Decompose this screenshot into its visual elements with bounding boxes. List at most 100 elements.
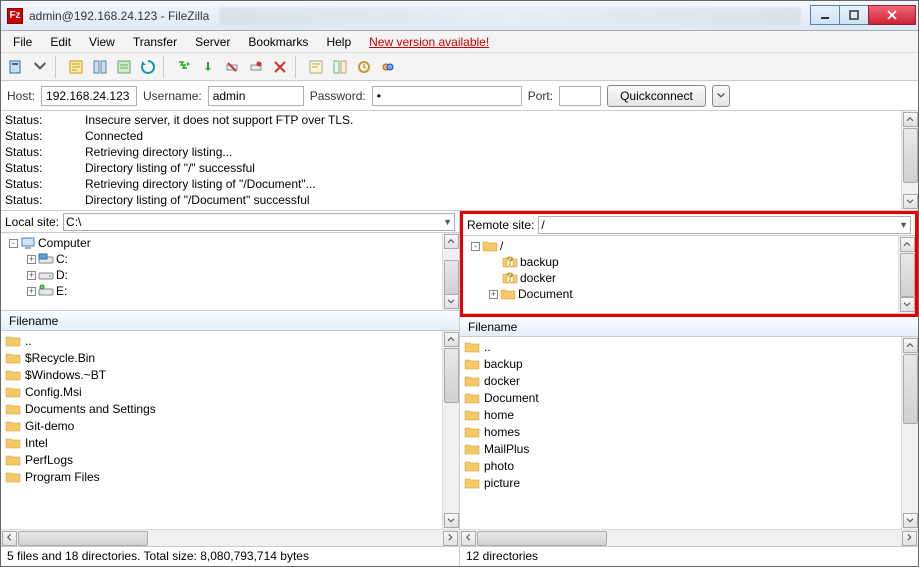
close-button[interactable] (868, 5, 916, 25)
file-row[interactable]: .. (5, 332, 438, 349)
column-filename[interactable]: Filename (464, 318, 521, 336)
scroll-thumb[interactable] (444, 260, 459, 295)
remote-hscroll[interactable] (460, 529, 918, 546)
refresh-button[interactable] (137, 56, 159, 78)
menu-edit[interactable]: Edit (42, 33, 79, 51)
menu-help[interactable]: Help (318, 33, 359, 51)
new-version-link[interactable]: New version available! (361, 33, 497, 51)
toolbar-dropdown[interactable] (29, 56, 51, 78)
file-row[interactable]: Config.Msi (5, 383, 438, 400)
tree-node[interactable]: +Document (467, 286, 894, 302)
scroll-up-button[interactable] (900, 237, 915, 252)
scroll-thumb[interactable] (477, 531, 607, 546)
file-row[interactable]: backup (464, 355, 897, 372)
file-row[interactable]: Document (464, 389, 897, 406)
column-filename[interactable]: Filename (5, 312, 62, 330)
remote-list-scrollbar[interactable] (901, 337, 918, 529)
file-row[interactable]: Git-demo (5, 417, 438, 434)
password-input[interactable] (372, 86, 522, 106)
tree-node[interactable]: +D: (5, 267, 438, 283)
scroll-down-button[interactable] (900, 297, 915, 312)
remote-list-header[interactable]: Filename (460, 317, 918, 337)
scroll-left-button[interactable] (2, 531, 17, 546)
toggle-queue-button[interactable] (113, 56, 135, 78)
expand-toggle[interactable]: - (471, 242, 480, 251)
username-input[interactable] (208, 86, 304, 106)
scroll-up-button[interactable] (903, 338, 918, 353)
scroll-thumb[interactable] (18, 531, 148, 546)
scroll-thumb[interactable] (903, 354, 918, 424)
toggle-log-button[interactable] (65, 56, 87, 78)
remote-site-combo[interactable]: / ▼ (538, 216, 911, 234)
quickconnect-history-button[interactable] (712, 85, 730, 107)
file-row[interactable]: MailPlus (464, 440, 897, 457)
local-list-header[interactable]: Filename (1, 311, 459, 331)
toggle-tree-button[interactable] (89, 56, 111, 78)
expand-toggle[interactable]: + (27, 271, 36, 280)
filter-button[interactable] (305, 56, 327, 78)
file-name: Config.Msi (25, 385, 82, 399)
scroll-up-button[interactable] (444, 332, 459, 347)
file-row[interactable]: Documents and Settings (5, 400, 438, 417)
scroll-down-button[interactable] (444, 513, 459, 528)
log-scrollbar[interactable] (901, 111, 918, 210)
expand-toggle[interactable]: - (9, 239, 18, 248)
site-manager-button[interactable] (5, 56, 27, 78)
file-row[interactable]: Intel (5, 434, 438, 451)
file-row[interactable]: PerfLogs (5, 451, 438, 468)
scroll-down-button[interactable] (903, 513, 918, 528)
scroll-right-button[interactable] (443, 531, 458, 546)
tree-node[interactable]: docker (467, 270, 894, 286)
scroll-down-button[interactable] (444, 294, 459, 309)
menu-view[interactable]: View (81, 33, 123, 51)
file-row[interactable]: home (464, 406, 897, 423)
quickconnect-button[interactable]: Quickconnect (607, 85, 706, 107)
menu-bookmarks[interactable]: Bookmarks (240, 33, 316, 51)
remote-tree-scrollbar[interactable] (898, 236, 915, 313)
local-tree-scrollbar[interactable] (442, 233, 459, 310)
port-input[interactable] (559, 86, 601, 106)
local-site-combo[interactable]: C:\ ▼ (63, 213, 455, 231)
stop-button[interactable] (269, 56, 291, 78)
tree-node[interactable]: -Computer (5, 235, 438, 251)
scroll-thumb[interactable] (444, 348, 459, 403)
menu-server[interactable]: Server (187, 33, 238, 51)
file-row[interactable]: .. (464, 338, 897, 355)
sync-browse-button[interactable] (353, 56, 375, 78)
compare-button[interactable] (329, 56, 351, 78)
reconnect-button[interactable] (245, 56, 267, 78)
process-queue-button[interactable] (173, 56, 195, 78)
expand-toggle[interactable]: + (27, 287, 36, 296)
cancel-button[interactable] (197, 56, 219, 78)
file-row[interactable]: Program Files (5, 468, 438, 485)
menu-file[interactable]: File (5, 33, 40, 51)
scroll-right-button[interactable] (902, 531, 917, 546)
tree-node[interactable]: -/ (467, 238, 894, 254)
file-row[interactable]: docker (464, 372, 897, 389)
scroll-left-button[interactable] (461, 531, 476, 546)
file-row[interactable]: homes (464, 423, 897, 440)
host-input[interactable] (41, 86, 137, 106)
scroll-down-button[interactable] (903, 194, 918, 209)
file-row[interactable]: $Recycle.Bin (5, 349, 438, 366)
scroll-thumb[interactable] (903, 128, 918, 183)
scroll-up-button[interactable] (444, 234, 459, 249)
file-row[interactable]: picture (464, 474, 897, 491)
maximize-button[interactable] (839, 5, 869, 25)
scroll-up-button[interactable] (903, 112, 918, 127)
tree-node[interactable]: +E: (5, 283, 438, 299)
scroll-thumb[interactable] (900, 253, 915, 297)
local-list-scrollbar[interactable] (442, 331, 459, 529)
log-text[interactable]: Status:Insecure server, it does not supp… (1, 111, 901, 210)
expand-toggle[interactable]: + (489, 290, 498, 299)
disconnect-button[interactable] (221, 56, 243, 78)
expand-toggle[interactable]: + (27, 255, 36, 264)
file-row[interactable]: photo (464, 457, 897, 474)
tree-node[interactable]: +C: (5, 251, 438, 267)
local-hscroll[interactable] (1, 529, 459, 546)
minimize-button[interactable] (810, 5, 840, 25)
menu-transfer[interactable]: Transfer (125, 33, 185, 51)
tree-node[interactable]: backup (467, 254, 894, 270)
search-button[interactable] (377, 56, 399, 78)
file-row[interactable]: $Windows.~BT (5, 366, 438, 383)
